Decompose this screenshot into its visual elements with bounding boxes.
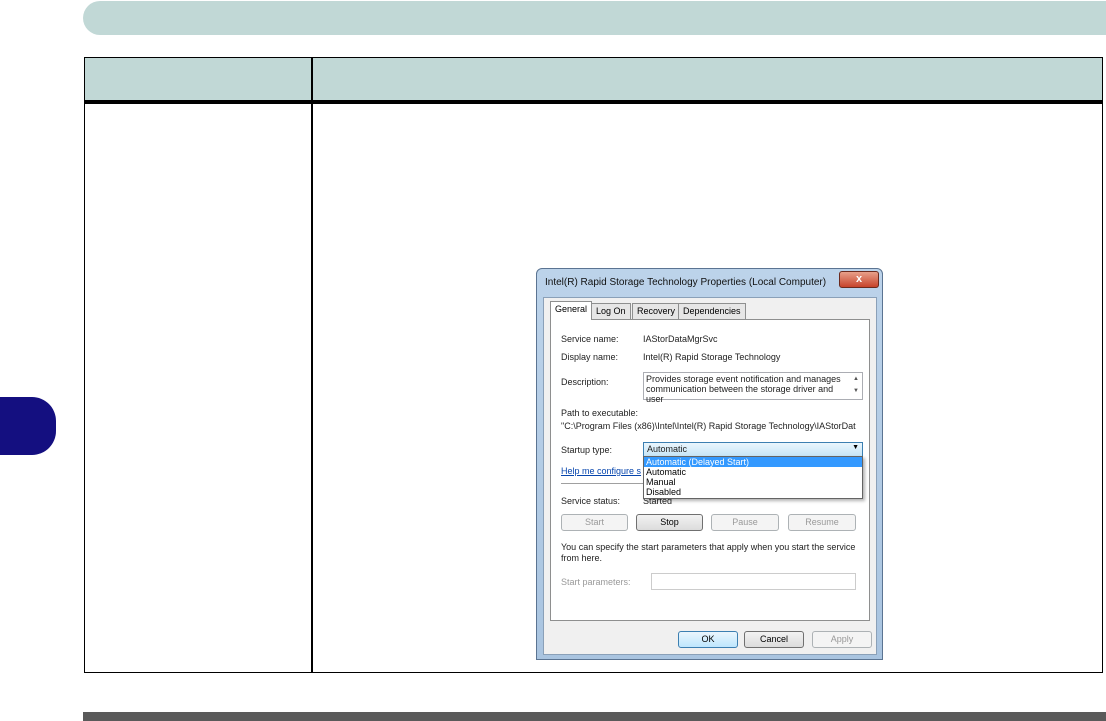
help-configure-link[interactable]: Help me configure s xyxy=(561,466,641,476)
option-manual[interactable]: Manual xyxy=(644,477,862,487)
chapter-tab xyxy=(0,397,56,455)
tab-general[interactable]: General xyxy=(550,301,593,320)
resume-button[interactable]: Resume xyxy=(788,514,856,531)
chevron-down-icon: ▼ xyxy=(852,444,859,451)
dialog-client: General Log On Recovery Dependencies Ser… xyxy=(543,297,877,655)
display-name-label: Display name: xyxy=(561,352,619,362)
column-divider xyxy=(311,58,313,672)
start-params-input[interactable] xyxy=(651,573,856,590)
path-value: "C:\Program Files (x86)\Intel\Intel(R) R… xyxy=(561,421,856,431)
service-name-label: Service name: xyxy=(561,334,619,344)
description-text: Provides storage event notification and … xyxy=(646,374,841,404)
service-status-label: Service status: xyxy=(561,496,621,506)
startup-type-value: Automatic xyxy=(647,444,688,454)
option-automatic-delayed[interactable]: Automatic (Delayed Start) xyxy=(644,457,862,467)
pause-button[interactable]: Pause xyxy=(711,514,779,531)
page-header-banner xyxy=(83,1,1106,35)
startup-type-label: Startup type: xyxy=(561,445,613,455)
dialog-title: Intel(R) Rapid Storage Technology Proper… xyxy=(545,277,827,288)
tab-recovery[interactable]: Recovery xyxy=(632,303,681,319)
start-params-note: You can specify the start parameters tha… xyxy=(561,542,856,563)
service-properties-dialog: Intel(R) Rapid Storage Technology Proper… xyxy=(536,268,883,660)
tab-log-on[interactable]: Log On xyxy=(591,303,631,319)
start-button[interactable]: Start xyxy=(561,514,628,531)
close-button[interactable]: x xyxy=(839,271,879,288)
footer-bar xyxy=(83,712,1106,721)
display-name-value: Intel(R) Rapid Storage Technology xyxy=(643,352,781,362)
scrollbar[interactable]: ▲ ▼ xyxy=(851,373,861,399)
service-name-value: IAStorDataMgrSvc xyxy=(643,334,718,344)
general-panel: Service name: IAStorDataMgrSvc Display n… xyxy=(550,319,870,621)
option-automatic[interactable]: Automatic xyxy=(644,467,862,477)
description-box[interactable]: Provides storage event notification and … xyxy=(643,372,863,404)
startup-type-dropdown: Automatic (Delayed Start) Automatic Manu… xyxy=(643,456,863,499)
stop-button[interactable]: Stop xyxy=(636,514,703,531)
tab-dependencies[interactable]: Dependencies xyxy=(678,303,746,319)
path-label: Path to executable: xyxy=(561,408,639,418)
start-params-label: Start parameters: xyxy=(561,577,631,587)
option-disabled[interactable]: Disabled xyxy=(644,487,862,497)
table-header xyxy=(85,58,1102,104)
apply-button[interactable]: Apply xyxy=(812,631,872,648)
startup-type-select[interactable]: Automatic ▼ xyxy=(643,442,863,457)
description-label: Description: xyxy=(561,377,609,387)
cancel-button[interactable]: Cancel xyxy=(744,631,804,648)
ok-button[interactable]: OK xyxy=(678,631,738,648)
